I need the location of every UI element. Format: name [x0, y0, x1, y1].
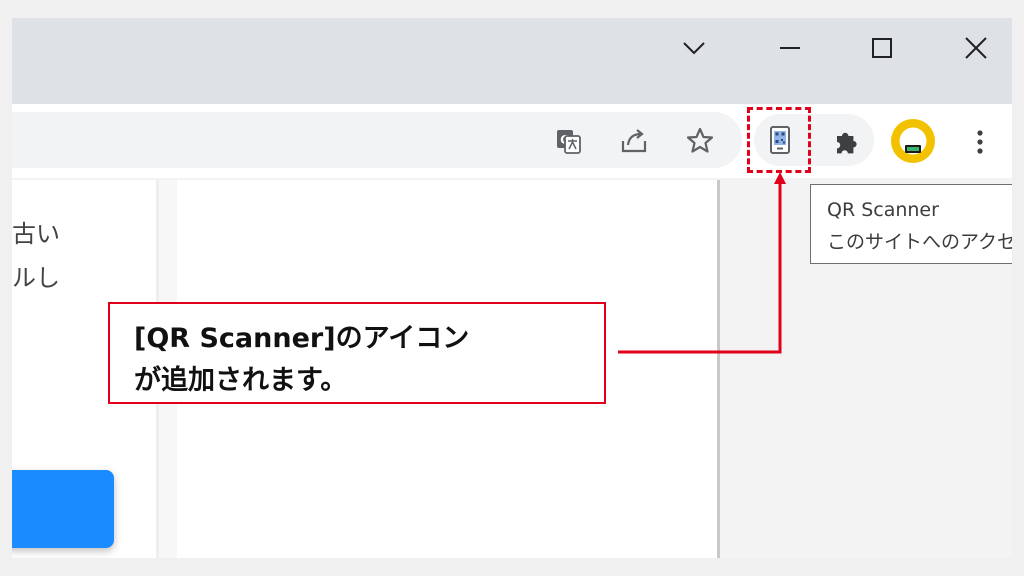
tooltip-subtitle: このサイトへのアクセ: [827, 231, 1012, 253]
callout-line-1: [QR Scanner]のアイコン: [134, 323, 470, 354]
title-bar: [12, 18, 1012, 104]
highlight-box: [747, 107, 811, 173]
browser-window: G: [12, 18, 1012, 558]
close-icon[interactable]: [956, 28, 996, 68]
callout-box: [QR Scanner]のアイコン が追加されます。: [108, 302, 606, 404]
partial-text-line-2: ルし: [12, 264, 60, 292]
partial-text-line-1: 古い: [12, 220, 60, 248]
maximize-icon[interactable]: [862, 28, 902, 68]
minimize-icon[interactable]: [770, 28, 810, 68]
blue-button[interactable]: [12, 470, 114, 548]
puzzle-icon[interactable]: [827, 122, 867, 162]
chevron-down-icon[interactable]: [674, 28, 714, 68]
callout-line-2: が追加されます。: [134, 365, 348, 396]
profile-avatar[interactable]: [890, 118, 936, 164]
extension-tooltip: QR Scanner このサイトへのアクセ: [810, 184, 1012, 264]
tooltip-title: QR Scanner: [827, 199, 939, 221]
share-icon[interactable]: [614, 121, 654, 161]
kebab-menu-icon[interactable]: [960, 122, 1000, 162]
translate-icon[interactable]: G: [548, 121, 588, 161]
star-icon[interactable]: [680, 121, 720, 161]
